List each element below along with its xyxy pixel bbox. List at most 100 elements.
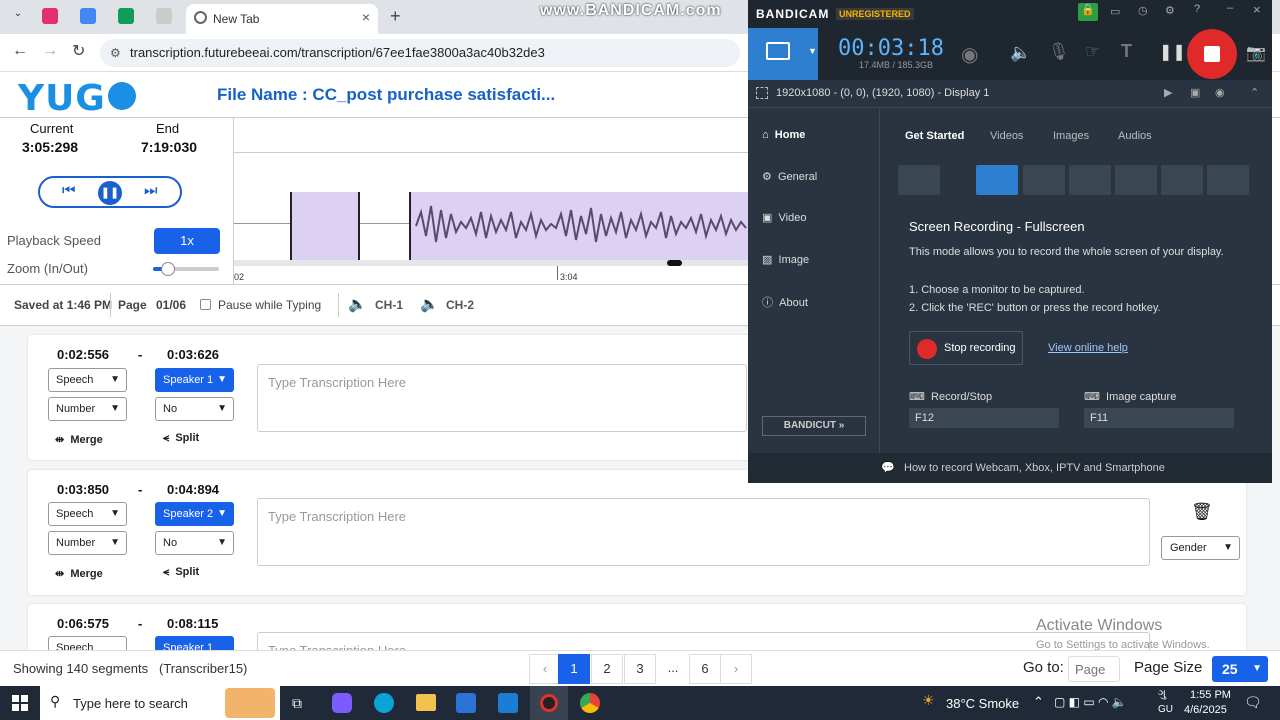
game-mode-icon[interactable] (1161, 165, 1203, 195)
site-info-icon[interactable]: ⚙ (110, 39, 121, 67)
clock-date[interactable]: 4/6/2025 (1184, 704, 1227, 716)
chevron-up-icon[interactable]: ⌃ (1033, 694, 1044, 710)
split-button[interactable]: ⪪ Split (163, 566, 199, 579)
speaker-select[interactable]: Speaker 1 (155, 636, 234, 650)
page-button-6[interactable]: 6 (689, 654, 721, 684)
tab-menu-icon[interactable]: ⌄ (10, 8, 26, 24)
reload-icon[interactable]: ↻ (72, 41, 85, 61)
overlap-select[interactable]: No ▼ (155, 397, 234, 421)
pause-icon[interactable]: ❚❚ (1159, 42, 1186, 62)
audio-icon[interactable]: ◉ (1215, 86, 1225, 99)
stop-record-button[interactable] (1187, 29, 1237, 79)
number-select[interactable]: Number ▼ (48, 531, 127, 555)
notification-icon[interactable]: 🗨 (1244, 694, 1262, 711)
bandicam-taskbar-button[interactable] (530, 686, 568, 720)
new-tab-icon[interactable]: + (390, 6, 401, 27)
nav-video[interactable]: ▣ Video (762, 211, 806, 224)
clock-time[interactable]: 1:55 PM (1190, 689, 1231, 701)
cursor-icon[interactable]: ☞ (1085, 42, 1100, 62)
rectangle-mode-icon[interactable] (930, 165, 972, 195)
gender-select[interactable]: Gender ▼ (1161, 536, 1240, 560)
tray-icons[interactable]: ▢ ◧ ▭ ◠ 🔈 (1054, 695, 1127, 709)
taskbar-search[interactable]: ⚲ Type here to search (40, 686, 280, 720)
overlap-select[interactable]: No ▼ (155, 531, 234, 555)
sheets-tab-icon[interactable] (118, 8, 134, 24)
audio-tab-icon[interactable] (156, 8, 172, 24)
split-button[interactable]: ⪪ Split (163, 432, 199, 445)
select-window-mode-icon[interactable] (1069, 165, 1111, 195)
tab-images[interactable]: Images (1053, 130, 1089, 142)
view-online-help-link[interactable]: View online help (1048, 342, 1128, 354)
speaker-select[interactable]: Speaker 2 ▼ (155, 502, 234, 526)
chevron-up-icon[interactable]: ⌃ (1250, 86, 1259, 99)
transcription-input[interactable]: Type Transcription Here (257, 632, 1150, 650)
zoom-slider-handle[interactable] (160, 262, 175, 276)
waveform-scroll-thumb[interactable] (667, 260, 682, 266)
speaker-icon[interactable]: 🔈 (1010, 43, 1031, 63)
prev-page-button[interactable]: ‹ (529, 654, 561, 684)
hdmi-mode-icon[interactable] (1115, 165, 1157, 195)
tab-new-tab[interactable]: New Tab × (186, 4, 378, 34)
store-icon[interactable] (456, 693, 476, 713)
segment-type-select[interactable]: Speech (48, 636, 127, 650)
pause-icon[interactable]: ❚❚ (98, 181, 122, 205)
region-segment-1[interactable] (290, 192, 360, 260)
page-button-2[interactable]: 2 (591, 654, 623, 684)
nav-home[interactable]: ⌂ Home (762, 129, 805, 141)
bandicut-button[interactable]: BANDICUT » (762, 416, 866, 436)
delete-icon[interactable]: 🗑 (1191, 502, 1213, 522)
copilot-icon[interactable] (332, 693, 352, 713)
waveform-panel[interactable]: 02 3:04 (234, 118, 748, 284)
goto-page-input[interactable] (1068, 656, 1120, 682)
merge-button[interactable]: ⇹ Merge (55, 567, 103, 580)
language-indicator-bottom[interactable]: GU (1158, 704, 1173, 715)
url-field[interactable]: ⚙ transcription.futurebeeai.com/transcri… (100, 39, 740, 67)
playback-speed-button[interactable]: 1x (154, 228, 220, 254)
merge-button[interactable]: ⇹ Merge (55, 433, 103, 446)
audio-only-mode-icon[interactable] (1207, 165, 1249, 195)
text-icon[interactable]: T (1121, 41, 1132, 62)
close-tab-icon[interactable]: × (362, 9, 370, 25)
file-explorer-icon[interactable] (416, 694, 436, 711)
forward-icon[interactable]: → (42, 42, 58, 60)
page-size-select[interactable]: 25 ▼ (1212, 656, 1268, 682)
tab-videos[interactable]: Videos (990, 130, 1023, 142)
fullscreen-mode-button[interactable]: ▼ (748, 28, 818, 80)
next-icon[interactable]: ⏭ (144, 182, 158, 199)
tab-audios[interactable]: Audios (1118, 130, 1152, 142)
minimize-icon[interactable]: – (1227, 2, 1233, 14)
speaker-icon[interactable]: 🔈 (348, 295, 367, 313)
instagram-tab-icon[interactable] (42, 8, 58, 24)
lock-icon[interactable]: 🔒 (1078, 3, 1098, 21)
outlook-icon[interactable] (498, 693, 518, 713)
segment-type-select[interactable]: Speech ▼ (48, 368, 127, 392)
next-page-button[interactable]: › (720, 654, 752, 684)
microphone-icon[interactable]: 🎙 (1048, 42, 1070, 62)
close-icon[interactable]: × (1253, 2, 1261, 17)
nav-image[interactable]: ▨ Image (762, 253, 809, 266)
speaker-select[interactable]: Speaker 1 ▼ (155, 368, 234, 392)
language-indicator-top[interactable]: ગુ (1158, 688, 1166, 701)
nav-general[interactable]: ⚙ General (762, 170, 817, 183)
clock-icon[interactable]: ◷ (1138, 4, 1148, 17)
folder-icon[interactable]: ▭ (1110, 5, 1120, 18)
task-view-icon[interactable]: ⧉ (292, 695, 302, 712)
stop-recording-button[interactable]: Stop recording (909, 331, 1023, 365)
help-icon[interactable]: ? (1194, 3, 1200, 15)
speaker-icon[interactable]: 🔈 (420, 295, 439, 313)
fullscreen-mode-icon[interactable] (976, 165, 1018, 195)
bandicam-footer[interactable]: 💬 How to record Webcam, Xbox, IPTV and Sm… (748, 453, 1272, 483)
settings-icon[interactable]: ⚙ (1165, 4, 1175, 17)
zoom-slider[interactable] (153, 262, 219, 276)
region-segment-2[interactable] (409, 192, 748, 260)
chrome-icon[interactable] (580, 693, 600, 713)
transcription-input[interactable]: Type Transcription Here (257, 364, 747, 432)
channel-1[interactable]: CH-1 (375, 298, 403, 312)
previous-icon[interactable]: ⏮ (62, 182, 76, 199)
page-button-3[interactable]: 3 (624, 654, 656, 684)
channel-2[interactable]: CH-2 (446, 298, 474, 312)
segment-type-select[interactable]: Speech ▼ (48, 502, 127, 526)
image-capture-hotkey-field[interactable]: F11 (1084, 408, 1234, 428)
webcam-icon[interactable]: ◉ (961, 42, 978, 67)
transcription-input[interactable]: Type Transcription Here (257, 498, 1150, 566)
